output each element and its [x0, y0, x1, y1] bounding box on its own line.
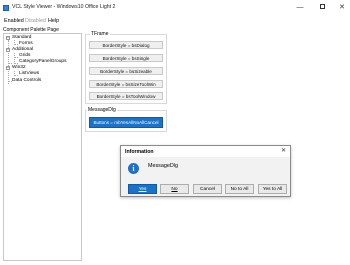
tree-connector	[14, 44, 18, 45]
app-icon	[3, 5, 9, 11]
maximize-button[interactable]	[313, 2, 331, 13]
dialog-title-bar: Information ✕	[121, 146, 290, 157]
bssingle-button[interactable]: BorderStyle = bsSingle	[89, 54, 163, 62]
dialog-close-button[interactable]: ✕	[279, 147, 288, 156]
palette-tree[interactable]: − Standard Forms − Additional Grids Cate…	[3, 33, 82, 261]
tree-item-categorypanelgroups[interactable]: CategoryPanelGroups	[19, 59, 66, 64]
information-icon: i	[128, 163, 139, 174]
tree-item-forms[interactable]: Forms	[19, 41, 33, 46]
bssizetoolwin-button[interactable]: BorderStyle = bsSizeToolWin	[89, 80, 163, 88]
tree-connector	[14, 63, 18, 64]
maximize-icon	[319, 4, 325, 10]
tree-item-win32[interactable]: Win32	[12, 65, 26, 70]
messagedlg-caption: MessageDlg	[87, 107, 117, 113]
yes-button[interactable]: Yes	[128, 184, 157, 194]
window-title: VCL Style Viewer - Windows10 Office Ligh…	[12, 4, 116, 10]
show-messagedlg-button[interactable]: Buttons = mbYesAllNoAllCancel	[89, 117, 163, 128]
expand-toggle-icon[interactable]: −	[6, 36, 10, 40]
bssizeable-button[interactable]: BorderStyle = bsSizeable	[89, 67, 163, 75]
expand-toggle-icon[interactable]: −	[6, 48, 10, 52]
title-bar: VCL Style Viewer - Windows10 Office Ligh…	[0, 0, 350, 15]
no-label: No	[171, 187, 178, 192]
tree-connector	[14, 75, 18, 76]
tframe-caption: TFrame	[90, 31, 110, 37]
yes-to-all-button[interactable]: Yes to All	[258, 184, 287, 194]
yes-label: Yes	[138, 187, 147, 192]
tree-item-standard[interactable]: Standard	[12, 35, 31, 40]
bsdialog-button[interactable]: BorderStyle = bsDialog	[89, 41, 163, 49]
menu-bar: Enabled Disabled Help	[0, 16, 350, 25]
no-to-all-button[interactable]: No to All	[225, 184, 254, 194]
menu-disabled[interactable]: Disabled	[25, 18, 46, 24]
menu-enabled[interactable]: Enabled	[4, 18, 24, 24]
tree-connector	[14, 57, 18, 58]
tree-connector	[8, 63, 12, 64]
expand-toggle-icon[interactable]: −	[6, 66, 10, 70]
tree-item-data-controls[interactable]: Data Controls	[12, 78, 41, 83]
cancel-button[interactable]: Cancel	[193, 184, 222, 194]
tree-item-additional[interactable]: Additional	[12, 47, 33, 52]
information-dialog: Information ✕ i MessageDlg Yes No Cancel…	[120, 145, 291, 197]
dialog-title: Information	[125, 149, 154, 155]
dialog-message: MessageDlg	[148, 163, 178, 169]
tree-item-listviews[interactable]: ListViews	[19, 71, 39, 76]
menu-help[interactable]: Help	[48, 18, 59, 24]
bstoolwindow-button[interactable]: BorderStyle = bsToolWindow	[89, 92, 163, 100]
no-button[interactable]: No	[160, 184, 189, 194]
tree-item-grids[interactable]: Grids	[19, 53, 30, 58]
close-button[interactable]: ✕	[333, 2, 350, 13]
minimize-button[interactable]: —	[291, 2, 309, 13]
